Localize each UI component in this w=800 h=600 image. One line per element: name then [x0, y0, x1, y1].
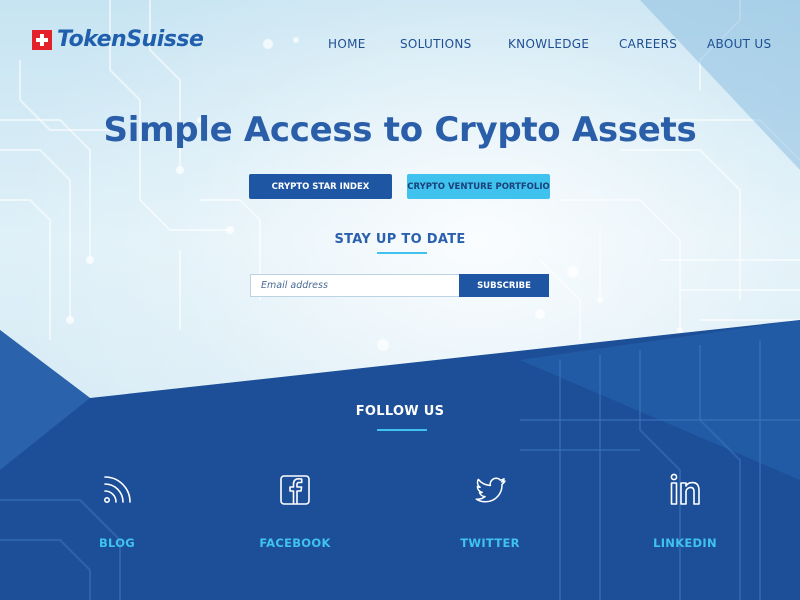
facebook-icon — [280, 475, 310, 505]
follow-us-underline — [377, 429, 427, 431]
nav-item-about-us[interactable]: ABOUT US — [707, 37, 771, 51]
twitter-icon — [475, 477, 506, 503]
social-label-linkedin: LINKEDIN — [653, 536, 717, 550]
newsletter-title-underline — [377, 252, 427, 254]
hero-headline: Simple Access to Crypto Assets — [103, 110, 697, 150]
social-facebook[interactable]: FACEBOOK — [235, 470, 355, 550]
brand-name: TokenSuisse — [57, 27, 204, 52]
nav-item-knowledge[interactable]: KNOWLEDGE — [508, 37, 589, 51]
nav-item-home[interactable]: HOME — [328, 37, 366, 51]
social-label-twitter: TWITTER — [460, 536, 520, 550]
social-label-facebook: FACEBOOK — [259, 536, 331, 550]
newsletter-title: STAY UP TO DATE — [334, 232, 466, 247]
social-linkedin[interactable]: LINKEDIN — [625, 470, 745, 550]
nav-item-solutions[interactable]: SOLUTIONS — [400, 37, 472, 51]
linkedin-icon — [670, 473, 700, 505]
email-input[interactable] — [250, 274, 460, 297]
subscribe-button[interactable]: SUBSCRIBE — [459, 274, 549, 297]
brand-logo[interactable]: TokenSuisse — [32, 27, 204, 52]
social-label-blog: BLOG — [98, 536, 136, 550]
social-twitter[interactable]: TWITTER — [430, 470, 550, 550]
crypto-star-index-button[interactable]: CRYPTO STAR INDEX — [249, 174, 392, 199]
rss-icon — [104, 476, 131, 503]
swiss-flag-icon — [32, 29, 52, 50]
social-blog[interactable]: BLOG — [57, 470, 177, 550]
nav-item-careers[interactable]: CAREERS — [619, 37, 677, 51]
crypto-venture-portfolio-button[interactable]: CRYPTO VENTURE PORTFOLIO — [407, 174, 550, 199]
follow-us-title: FOLLOW US — [355, 404, 445, 419]
